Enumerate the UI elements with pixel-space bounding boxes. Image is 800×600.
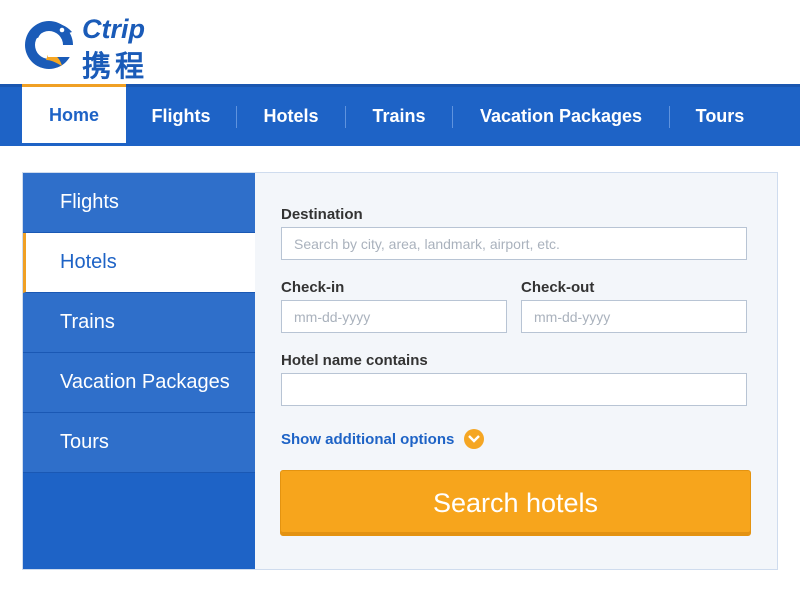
- top-nav: Home Flights Hotels Trains Vacation Pack…: [0, 84, 800, 146]
- destination-input[interactable]: [281, 227, 747, 260]
- sidebar-item-flights[interactable]: Flights: [23, 173, 255, 233]
- topnav-tours-label: Tours: [695, 106, 745, 126]
- topnav-vacation-packages-label: Vacation Packages: [479, 106, 643, 126]
- topnav-home[interactable]: Home: [22, 84, 126, 143]
- sidebar-item-tours[interactable]: Tours: [23, 413, 255, 473]
- search-panel: Flights Hotels Trains Vacation Packages …: [22, 172, 778, 570]
- topnav-home-label: Home: [48, 104, 99, 125]
- topnav-hotels-label: Hotels: [263, 106, 319, 126]
- dolphin-icon: [25, 21, 78, 69]
- show-additional-options-link[interactable]: Show additional options: [281, 429, 485, 449]
- sidebar-item-trains[interactable]: Trains: [23, 293, 255, 353]
- search-hotels-button[interactable]: Search hotels: [280, 470, 751, 536]
- show-additional-options-label: Show additional options: [281, 430, 455, 448]
- product-sidebar: Flights Hotels Trains Vacation Packages …: [23, 173, 255, 569]
- logo-brand-cn: 携程: [82, 49, 149, 83]
- checkout-date-input[interactable]: [521, 300, 747, 333]
- checkout-label: Check-out: [521, 279, 595, 296]
- sidebar-item-label: Hotels: [60, 251, 117, 273]
- chevron-down-circle-icon: [464, 429, 485, 449]
- sidebar-item-vacation-packages[interactable]: Vacation Packages: [23, 353, 255, 413]
- hotel-search-form: Destination Check-in Check-out Hotel nam…: [255, 173, 777, 569]
- destination-label: Destination: [281, 206, 363, 223]
- hotel-name-input[interactable]: [281, 373, 747, 406]
- topnav-tours[interactable]: Tours: [670, 87, 770, 146]
- sidebar-item-label: Tours: [60, 431, 109, 453]
- sidebar-item-label: Flights: [60, 191, 119, 213]
- topnav-trains[interactable]: Trains: [346, 87, 452, 146]
- hotel-name-label: Hotel name contains: [281, 352, 428, 369]
- checkin-label: Check-in: [281, 279, 345, 296]
- topnav-trains-label: Trains: [372, 106, 426, 126]
- sidebar-item-label: Trains: [60, 311, 115, 333]
- topnav-hotels[interactable]: Hotels: [237, 87, 345, 146]
- logo-brand-en: Ctrip: [82, 14, 145, 44]
- topnav-flights[interactable]: Flights: [126, 87, 236, 146]
- search-hotels-button-label: Search hotels: [432, 487, 599, 518]
- sidebar-item-hotels[interactable]: Hotels: [23, 233, 255, 293]
- topnav-vacation-packages[interactable]: Vacation Packages: [453, 87, 669, 146]
- checkin-date-input[interactable]: [281, 300, 507, 333]
- ctrip-logo[interactable]: Ctrip 携程: [22, 14, 182, 83]
- topnav-flights-label: Flights: [151, 106, 211, 126]
- sidebar-item-label: Vacation Packages: [60, 371, 230, 393]
